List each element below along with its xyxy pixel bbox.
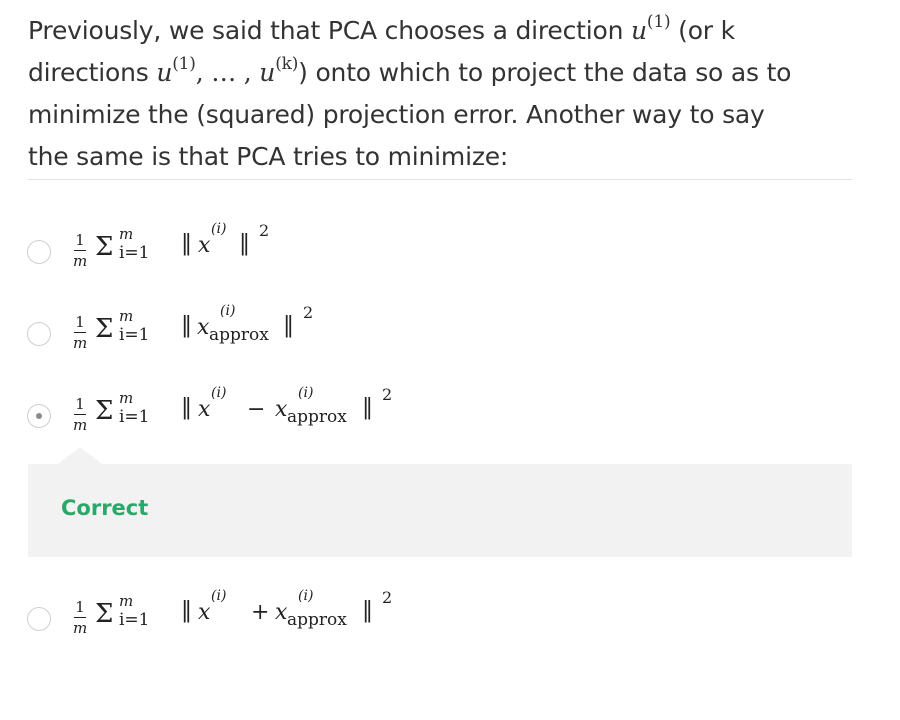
plus-operator: + (251, 600, 270, 625)
sum-upper-limit: m (119, 307, 134, 325)
fraction-bar (74, 332, 86, 333)
fraction-bar (74, 414, 86, 415)
fraction-bar (74, 250, 86, 251)
norm-close: ‖ (362, 598, 373, 623)
fraction-numerator: 1 (75, 598, 85, 616)
fraction-bar (74, 617, 86, 618)
sum-lower-limit: i=1 (119, 243, 150, 263)
math-superscript: (1) (172, 54, 196, 74)
fraction-denominator: m (73, 334, 88, 352)
fraction-denominator: m (73, 252, 88, 270)
option-formula: 1 m Σ m i=1 ‖ x (i) ‖ 2 (73, 221, 293, 293)
fraction-denominator: m (73, 416, 88, 434)
radio-button[interactable] (27, 240, 51, 264)
fraction-numerator: 1 (75, 313, 85, 331)
x-superscript: (i) (211, 385, 227, 401)
radio-button-selected[interactable] (27, 404, 51, 428)
sum-lower-limit: i=1 (119, 610, 150, 630)
approx-subscript: approx (287, 610, 347, 630)
norm-open: ‖ (181, 598, 192, 623)
norm-close: ‖ (362, 395, 373, 420)
x-variable: x (198, 233, 211, 258)
power: 2 (259, 221, 270, 240)
sum-symbol: Σ (95, 396, 114, 426)
x-approx-variable: x (275, 600, 288, 625)
x-variable: x (198, 397, 211, 422)
x-superscript: (i) (211, 588, 227, 604)
approx-subscript: approx (209, 325, 269, 345)
norm-open: ‖ (181, 231, 192, 256)
radio-button[interactable] (27, 322, 51, 346)
x-superscript: (i) (298, 385, 314, 401)
question-line-3: minimize the (squared) projection error.… (28, 100, 765, 129)
math-u: u (156, 58, 173, 87)
math-u: u (259, 58, 276, 87)
sum-upper-limit: m (119, 225, 134, 243)
power: 2 (382, 385, 393, 404)
question-segment: directions (28, 58, 157, 87)
question-text: Previously, we said that PCA chooses a d… (28, 10, 852, 178)
feedback-correct-label: Correct (61, 496, 149, 520)
question-line-1: Previously, we said that PCA chooses a d… (28, 10, 852, 52)
x-superscript: (i) (220, 303, 236, 319)
divider (28, 179, 852, 180)
sum-symbol: Σ (95, 232, 114, 262)
feedback-pointer (58, 447, 102, 464)
question-line-4: the same is that PCA tries to minimize: (28, 142, 509, 171)
x-superscript: (i) (298, 588, 314, 604)
norm-close: ‖ (283, 313, 294, 338)
sum-upper-limit: m (119, 592, 134, 610)
norm-open: ‖ (181, 395, 192, 420)
x-variable: x (197, 315, 210, 340)
fraction-denominator: m (73, 619, 88, 637)
question-segment: ) onto which to project the data so as t… (298, 58, 792, 87)
sum-upper-limit: m (119, 389, 134, 407)
sum-symbol: Σ (95, 314, 114, 344)
option-formula: 1 m Σ m i=1 ‖ x (i) + x (i) approx ‖ 2 (73, 588, 413, 660)
sum-lower-limit: i=1 (119, 325, 150, 345)
sum-symbol: Σ (95, 599, 114, 629)
power: 2 (382, 588, 393, 607)
feedback-panel: Correct (28, 464, 852, 557)
option-formula: 1 m Σ m i=1 ‖ x (i) approx ‖ 2 (73, 303, 333, 375)
x-variable: x (198, 600, 211, 625)
x-superscript: (i) (211, 221, 227, 237)
power: 2 (303, 303, 314, 322)
fraction-numerator: 1 (75, 231, 85, 249)
option-formula: 1 m Σ m i=1 ‖ x (i) − x (i) approx ‖ 2 (73, 385, 413, 457)
fraction-numerator: 1 (75, 395, 85, 413)
radio-button[interactable] (27, 607, 51, 631)
question-segment: Previously, we said that PCA chooses a d… (28, 16, 631, 45)
minus-operator: − (247, 397, 266, 422)
math-superscript: (k) (275, 54, 299, 74)
math-ellipsis: , … , (195, 58, 260, 87)
question-segment: (or k (670, 16, 735, 45)
question-line-2: directions u(1), … , u(k)) onto which to… (28, 52, 852, 94)
math-superscript: (1) (646, 12, 671, 32)
math-u: u (631, 16, 647, 45)
norm-open: ‖ (181, 313, 192, 338)
approx-subscript: approx (287, 407, 347, 427)
norm-close: ‖ (239, 231, 250, 256)
x-approx-variable: x (275, 397, 288, 422)
sum-lower-limit: i=1 (119, 407, 150, 427)
